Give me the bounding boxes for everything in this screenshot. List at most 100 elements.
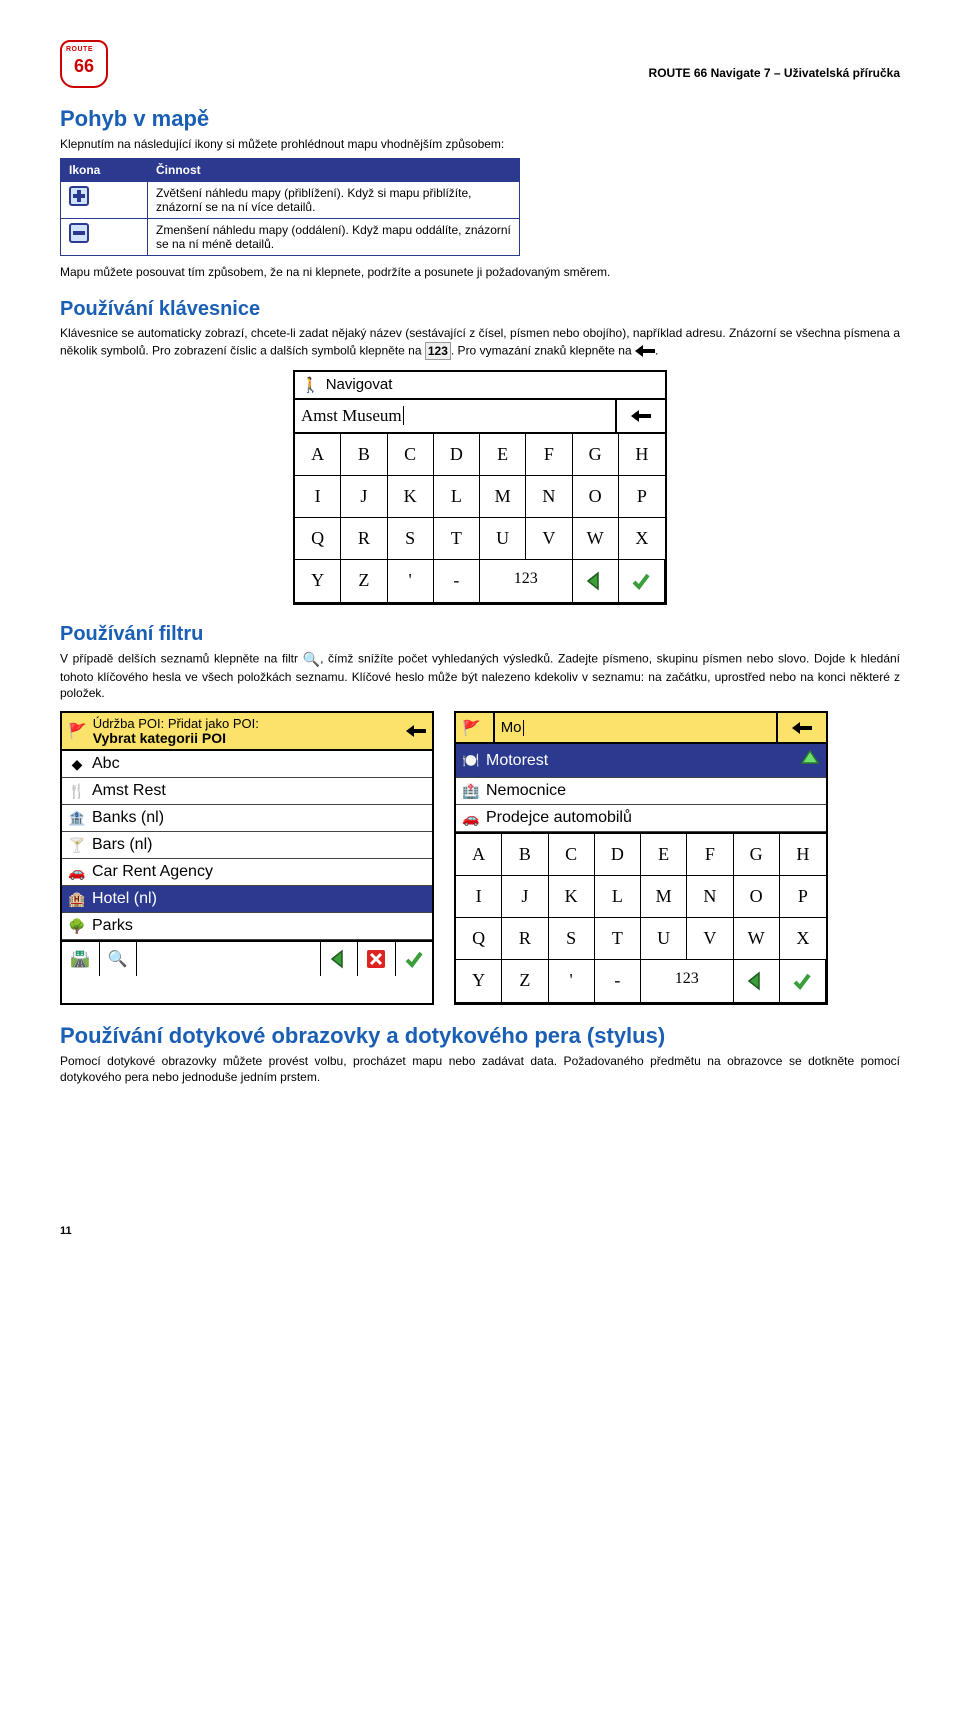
key-c[interactable]: C xyxy=(388,434,434,476)
list-item[interactable]: 🏥Nemocnice xyxy=(456,778,826,805)
footer-ok-button[interactable] xyxy=(396,942,433,976)
key-j[interactable]: J xyxy=(341,476,387,518)
key-i[interactable]: I xyxy=(456,876,502,918)
list-item[interactable]: 🍴Amst Rest xyxy=(62,778,432,805)
footer-back-button[interactable] xyxy=(321,942,359,976)
filter-kbd-grid: ABCDEFGH IJKLMNOP QRSTUVWX YZ'-123 xyxy=(456,834,826,1003)
key-q[interactable]: Q xyxy=(456,918,502,960)
heading-keyboard: Používání klávesnice xyxy=(60,298,900,321)
key-w[interactable]: W xyxy=(573,518,619,560)
key-z[interactable]: Z xyxy=(502,960,548,1003)
key-n[interactable]: N xyxy=(687,876,733,918)
key-o[interactable]: O xyxy=(734,876,780,918)
key-x[interactable]: X xyxy=(619,518,665,560)
key-v[interactable]: V xyxy=(526,518,572,560)
key-r[interactable]: R xyxy=(341,518,387,560)
poi-back-icon[interactable] xyxy=(406,725,426,737)
key-e[interactable]: E xyxy=(641,834,687,876)
key-w[interactable]: W xyxy=(734,918,780,960)
key-z[interactable]: Z xyxy=(341,560,387,603)
map-move-intro: Klepnutím na následující ikony si můžete… xyxy=(60,136,900,152)
key-y[interactable]: Y xyxy=(456,960,502,1003)
key-m[interactable]: M xyxy=(480,476,526,518)
key-n[interactable]: N xyxy=(526,476,572,518)
key-d[interactable]: D xyxy=(434,434,480,476)
list-item-label: Nemocnice xyxy=(486,782,566,800)
key--[interactable]: - xyxy=(434,560,480,603)
key-h[interactable]: H xyxy=(780,834,826,876)
key-ok[interactable] xyxy=(619,560,665,603)
key-s[interactable]: S xyxy=(388,518,434,560)
key-y[interactable]: Y xyxy=(295,560,341,603)
key-l[interactable]: L xyxy=(434,476,480,518)
key-b[interactable]: B xyxy=(341,434,387,476)
footer-route-icon[interactable]: 🛣️ xyxy=(62,942,100,976)
footer-filter-icon[interactable]: 🔍 xyxy=(100,942,138,976)
key-j[interactable]: J xyxy=(502,876,548,918)
key-c[interactable]: C xyxy=(549,834,595,876)
key-x[interactable]: X xyxy=(780,918,826,960)
col-icon: Ikona xyxy=(61,159,148,182)
key-s[interactable]: S xyxy=(549,918,595,960)
category-icon: ◆ xyxy=(68,755,86,773)
key-f[interactable]: F xyxy=(687,834,733,876)
key-123[interactable]: 123 xyxy=(480,560,573,603)
kbd-input[interactable]: Amst Museum xyxy=(295,400,615,432)
key-g[interactable]: G xyxy=(734,834,780,876)
key-p[interactable]: P xyxy=(619,476,665,518)
key-t[interactable]: T xyxy=(595,918,641,960)
key-l[interactable]: L xyxy=(595,876,641,918)
list-item-label: Motorest xyxy=(486,752,548,770)
key-'[interactable]: ' xyxy=(388,560,434,603)
list-item[interactable]: 🍽️ Motorest xyxy=(456,744,826,778)
key-m[interactable]: M xyxy=(641,876,687,918)
filter-input[interactable]: Mo xyxy=(493,713,770,742)
key-d[interactable]: D xyxy=(595,834,641,876)
list-item-label: Abc xyxy=(92,755,120,773)
key-g[interactable]: G xyxy=(573,434,619,476)
key-f[interactable]: F xyxy=(526,434,572,476)
key-v[interactable]: V xyxy=(687,918,733,960)
list-item[interactable]: 🍸Bars (nl) xyxy=(62,832,432,859)
key-k[interactable]: K xyxy=(549,876,595,918)
list-item-label: Prodejce automobilů xyxy=(486,809,632,827)
poi-flag-icon: 🚩 xyxy=(68,722,87,740)
key-e[interactable]: E xyxy=(480,434,526,476)
list-item[interactable]: 🏨Hotel (nl) xyxy=(62,886,432,913)
poi-flag-icon: 🚩 xyxy=(456,715,487,741)
key-q[interactable]: Q xyxy=(295,518,341,560)
key-back[interactable] xyxy=(734,960,780,1003)
key-k[interactable]: K xyxy=(388,476,434,518)
key-a[interactable]: A xyxy=(295,434,341,476)
filter-para: V případě delších seznamů klepněte na fi… xyxy=(60,650,900,701)
doc-header: ROUTE 66 Navigate 7 – Uživatelská příruč… xyxy=(649,66,900,80)
key--[interactable]: - xyxy=(595,960,641,1003)
key-a[interactable]: A xyxy=(456,834,502,876)
list-item-label: Hotel (nl) xyxy=(92,890,157,908)
scroll-up-icon[interactable] xyxy=(800,748,820,773)
key-back[interactable] xyxy=(573,560,619,603)
key-u[interactable]: U xyxy=(641,918,687,960)
list-item[interactable]: 🚗Prodejce automobilů xyxy=(456,805,826,832)
key-h[interactable]: H xyxy=(619,434,665,476)
list-item[interactable]: ◆ Abc xyxy=(62,751,432,778)
list-item[interactable]: 🚗Car Rent Agency xyxy=(62,859,432,886)
list-item-label: Amst Rest xyxy=(92,782,166,800)
key-b[interactable]: B xyxy=(502,834,548,876)
key-u[interactable]: U xyxy=(480,518,526,560)
kbd-backspace[interactable] xyxy=(615,400,665,432)
key-ok[interactable] xyxy=(780,960,826,1003)
list-item[interactable]: 🏦Banks (nl) xyxy=(62,805,432,832)
key-p[interactable]: P xyxy=(780,876,826,918)
key-123[interactable]: 123 xyxy=(641,960,734,1003)
list-item[interactable]: 🌳Parks xyxy=(62,913,432,940)
key-t[interactable]: T xyxy=(434,518,480,560)
key-i[interactable]: I xyxy=(295,476,341,518)
key-r[interactable]: R xyxy=(502,918,548,960)
kbd-title: Navigovat xyxy=(326,376,393,393)
key-o[interactable]: O xyxy=(573,476,619,518)
footer-cancel-button[interactable] xyxy=(358,942,396,976)
key-'[interactable]: ' xyxy=(549,960,595,1003)
filter-backspace[interactable] xyxy=(776,713,826,742)
category-icon: 🍽️ xyxy=(462,752,480,770)
